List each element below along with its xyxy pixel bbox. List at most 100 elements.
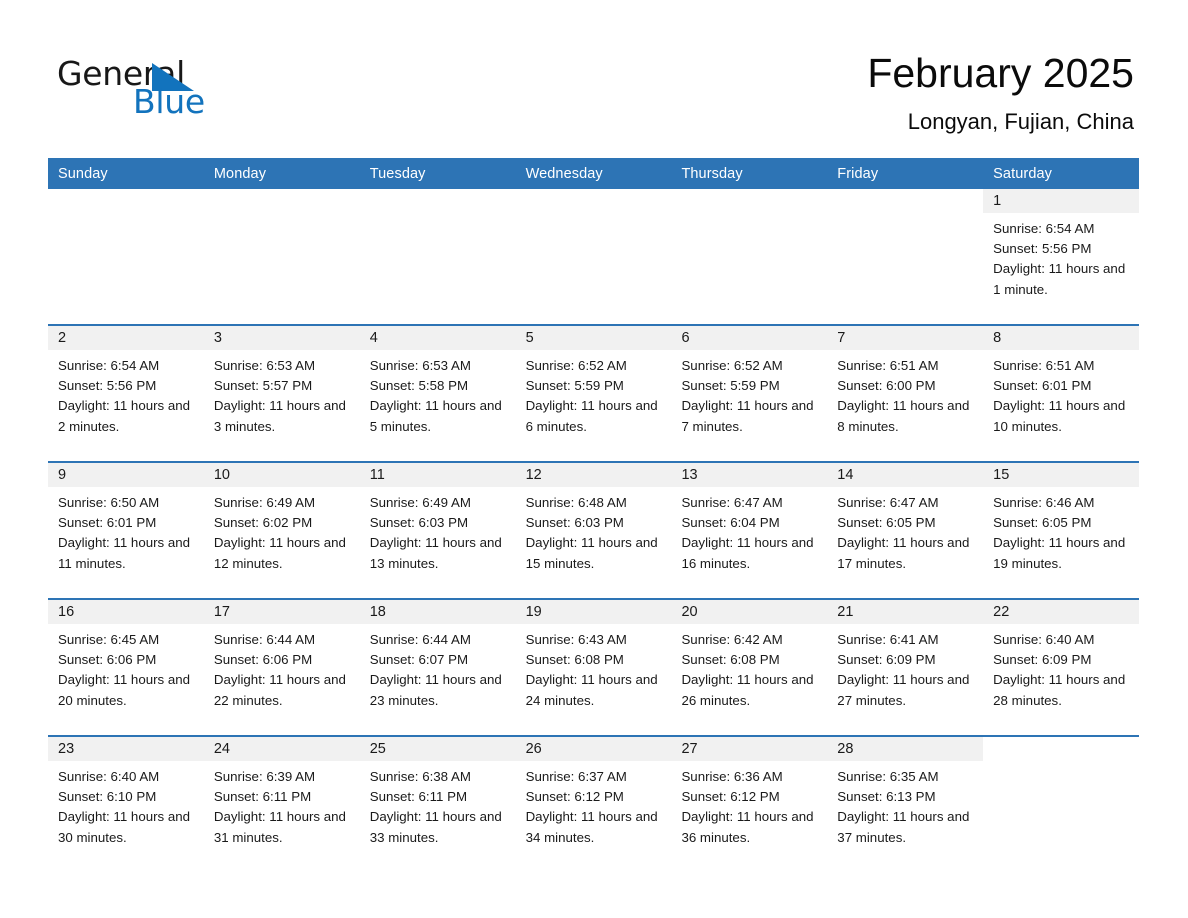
- day-cell[interactable]: 8 Sunrise: 6:51 AM Sunset: 6:01 PM Daylight…: [983, 326, 1140, 461]
- day-cell[interactable]: 16 Sunrise: 6:45 AM Sunset: 6:06 PM Dayligh…: [48, 600, 204, 735]
- day-number-band: [360, 189, 516, 213]
- sunrise-text: Sunrise: 6:48 AM: [525, 495, 627, 510]
- page-title: February 2025: [867, 50, 1134, 96]
- sunrise-text: Sunrise: 6:51 AM: [837, 358, 939, 373]
- day-number-band: 13: [671, 463, 828, 487]
- empty-day-cell: [359, 189, 516, 324]
- logo-text-blue: Blue: [133, 82, 205, 121]
- day-details: Sunrise: 6:36 AM Sunset: 6:12 PM Daylight:…: [671, 761, 827, 848]
- day-cell[interactable]: 2 Sunrise: 6:54 AM Sunset: 5:56 PM Daylight…: [48, 326, 204, 461]
- sunrise-text: Sunrise: 6:38 AM: [369, 769, 471, 784]
- sunset-text: Sunset: 5:57 PM: [213, 378, 313, 394]
- day-number: 16: [58, 604, 75, 620]
- day-cell[interactable]: 1 Sunrise: 6:54 AM Sunset: 5:56 PM Daylight…: [983, 189, 1140, 324]
- day-details: Sunrise: 6:35 AM Sunset: 6:13 PM Daylight:…: [827, 761, 983, 848]
- day-details: Sunrise: 6:49 AM Sunset: 6:02 PM Daylight:…: [204, 487, 360, 574]
- daylight-text: Daylight: 11 hours and 16 minutes.: [681, 535, 814, 571]
- sunrise-text: Sunrise: 6:46 AM: [993, 495, 1095, 510]
- day-number-band: [671, 189, 827, 213]
- day-number-band: 21: [827, 600, 984, 624]
- day-number-band: 22: [983, 600, 1140, 624]
- sunrise-text: Sunrise: 6:53 AM: [213, 358, 316, 373]
- day-cell[interactable]: 26 Sunrise: 6:37 AM Sunset: 6:12 PM Dayligh…: [515, 737, 672, 872]
- weekday-header-sunday: Sunday: [48, 158, 204, 189]
- daylight-text: Daylight: 11 hours and 22 minutes.: [213, 672, 346, 708]
- day-cell[interactable]: 27 Sunrise: 6:36 AM Sunset: 6:12 PM Dayligh…: [671, 737, 828, 872]
- daylight-text: Daylight: 11 hours and 28 minutes.: [993, 672, 1126, 708]
- day-number-band: 5: [515, 326, 672, 350]
- day-cell[interactable]: 22 Sunrise: 6:40 AM Sunset: 6:09 PM Dayligh…: [983, 600, 1140, 735]
- day-cell[interactable]: 12 Sunrise: 6:48 AM Sunset: 6:03 PM Dayligh…: [515, 463, 672, 598]
- day-cell[interactable]: 17 Sunrise: 6:44 AM Sunset: 6:06 PM Dayligh…: [203, 600, 360, 735]
- day-details: Sunrise: 6:42 AM Sunset: 6:08 PM Daylight:…: [671, 624, 827, 711]
- calendar-cell: 20 Sunrise: 6:42 AM Sunset: 6:08 PM Dayligh…: [671, 598, 828, 736]
- day-cell[interactable]: 3 Sunrise: 6:53 AM Sunset: 5:57 PM Daylight…: [203, 326, 360, 461]
- day-number-band: 25: [359, 737, 516, 761]
- day-cell[interactable]: 14 Sunrise: 6:47 AM Sunset: 6:05 PM Dayligh…: [827, 463, 984, 598]
- day-details: Sunrise: 6:50 AM Sunset: 6:01 PM Daylight:…: [48, 487, 204, 574]
- day-cell[interactable]: 4 Sunrise: 6:53 AM Sunset: 5:58 PM Daylight…: [359, 326, 516, 461]
- sunset-text: Sunset: 5:56 PM: [58, 378, 157, 394]
- empty-day-cell: [671, 189, 828, 324]
- day-cell[interactable]: 28 Sunrise: 6:35 AM Sunset: 6:13 PM Dayligh…: [827, 737, 984, 872]
- day-number: 13: [681, 467, 698, 483]
- empty-day-cell: [515, 189, 672, 324]
- general-blue-logo[interactable]: General Blue: [57, 54, 207, 130]
- calendar-cell: 6 Sunrise: 6:52 AM Sunset: 5:59 PM Daylight…: [671, 324, 828, 462]
- day-cell[interactable]: 11 Sunrise: 6:49 AM Sunset: 6:03 PM Dayligh…: [359, 463, 516, 598]
- sunrise-text: Sunrise: 6:49 AM: [213, 495, 316, 510]
- day-cell[interactable]: 6 Sunrise: 6:52 AM Sunset: 5:59 PM Daylight…: [671, 326, 828, 461]
- day-details: Sunrise: 6:49 AM Sunset: 6:03 PM Daylight:…: [360, 487, 516, 574]
- day-cell[interactable]: 7 Sunrise: 6:51 AM Sunset: 6:00 PM Daylight…: [827, 326, 984, 461]
- calendar-week-row: 9 Sunrise: 6:50 AM Sunset: 6:01 PM Daylight…: [48, 461, 1140, 599]
- sunrise-text: Sunrise: 6:35 AM: [837, 769, 939, 784]
- day-details: Sunrise: 6:48 AM Sunset: 6:03 PM Daylight:…: [516, 487, 672, 574]
- calendar-cell: 24 Sunrise: 6:39 AM Sunset: 6:11 PM Dayligh…: [203, 735, 360, 872]
- daylight-text: Daylight: 11 hours and 23 minutes.: [369, 672, 502, 708]
- calendar-cell: [359, 189, 516, 325]
- day-cell[interactable]: 25 Sunrise: 6:38 AM Sunset: 6:11 PM Dayligh…: [359, 737, 516, 872]
- day-cell[interactable]: 20 Sunrise: 6:42 AM Sunset: 6:08 PM Dayligh…: [671, 600, 828, 735]
- day-cell[interactable]: 24 Sunrise: 6:39 AM Sunset: 6:11 PM Dayligh…: [203, 737, 360, 872]
- day-number-band: 24: [203, 737, 360, 761]
- sunset-text: Sunset: 6:09 PM: [993, 652, 1092, 668]
- sunrise-text: Sunrise: 6:51 AM: [993, 358, 1095, 373]
- calendar-week-row: 1 Sunrise: 6:54 AM Sunset: 5:56 PM Daylight…: [48, 189, 1140, 325]
- sunset-text: Sunset: 6:11 PM: [369, 789, 468, 805]
- daylight-text: Daylight: 11 hours and 1 minute.: [993, 261, 1126, 297]
- day-cell[interactable]: 5 Sunrise: 6:52 AM Sunset: 5:59 PM Daylight…: [515, 326, 672, 461]
- day-cell[interactable]: 13 Sunrise: 6:47 AM Sunset: 6:04 PM Dayligh…: [671, 463, 828, 598]
- sunset-text: Sunset: 6:08 PM: [681, 652, 780, 668]
- weekday-header-saturday: Saturday: [983, 158, 1140, 189]
- day-number: 9: [58, 467, 67, 483]
- daylight-text: Daylight: 11 hours and 37 minutes.: [837, 809, 970, 845]
- day-cell[interactable]: 15 Sunrise: 6:46 AM Sunset: 6:05 PM Dayligh…: [983, 463, 1140, 598]
- sunrise-text: Sunrise: 6:42 AM: [681, 632, 783, 647]
- day-cell[interactable]: 19 Sunrise: 6:43 AM Sunset: 6:08 PM Dayligh…: [515, 600, 672, 735]
- sunset-text: Sunset: 6:07 PM: [369, 652, 469, 668]
- sunrise-text: Sunrise: 6:52 AM: [525, 358, 627, 373]
- day-cell[interactable]: 23 Sunrise: 6:40 AM Sunset: 6:10 PM Dayligh…: [48, 737, 204, 872]
- sunset-text: Sunset: 6:13 PM: [837, 789, 936, 805]
- day-cell[interactable]: 21 Sunrise: 6:41 AM Sunset: 6:09 PM Dayligh…: [827, 600, 984, 735]
- day-cell[interactable]: 18 Sunrise: 6:44 AM Sunset: 6:07 PM Dayligh…: [359, 600, 516, 735]
- calendar-cell: 17 Sunrise: 6:44 AM Sunset: 6:06 PM Dayligh…: [203, 598, 360, 736]
- day-number: 19: [525, 604, 542, 620]
- calendar-table: Sunday Monday Tuesday Wednesday Thursday…: [48, 158, 1140, 872]
- calendar-week-row: 2 Sunrise: 6:54 AM Sunset: 5:56 PM Daylight…: [48, 324, 1140, 462]
- calendar-cell: 26 Sunrise: 6:37 AM Sunset: 6:12 PM Dayligh…: [515, 735, 672, 872]
- day-number: 26: [525, 741, 542, 757]
- day-details: Sunrise: 6:54 AM Sunset: 5:56 PM Daylight:…: [983, 213, 1139, 300]
- day-cell[interactable]: 9 Sunrise: 6:50 AM Sunset: 6:01 PM Daylight…: [48, 463, 204, 598]
- daylight-text: Daylight: 11 hours and 31 minutes.: [213, 809, 346, 845]
- empty-day-cell: [827, 189, 984, 324]
- sunset-text: Sunset: 5:59 PM: [525, 378, 624, 394]
- calendar-week-row: 16 Sunrise: 6:45 AM Sunset: 6:06 PM Dayligh…: [48, 598, 1140, 736]
- day-cell[interactable]: 10 Sunrise: 6:49 AM Sunset: 6:02 PM Dayligh…: [203, 463, 360, 598]
- day-details: Sunrise: 6:45 AM Sunset: 6:06 PM Daylight:…: [48, 624, 204, 711]
- day-number-band: 12: [515, 463, 672, 487]
- calendar-cell: 3 Sunrise: 6:53 AM Sunset: 5:57 PM Daylight…: [203, 324, 360, 462]
- sunset-text: Sunset: 6:08 PM: [525, 652, 624, 668]
- weekday-header-monday: Monday: [203, 158, 360, 189]
- calendar-cell: 5 Sunrise: 6:52 AM Sunset: 5:59 PM Daylight…: [515, 324, 672, 462]
